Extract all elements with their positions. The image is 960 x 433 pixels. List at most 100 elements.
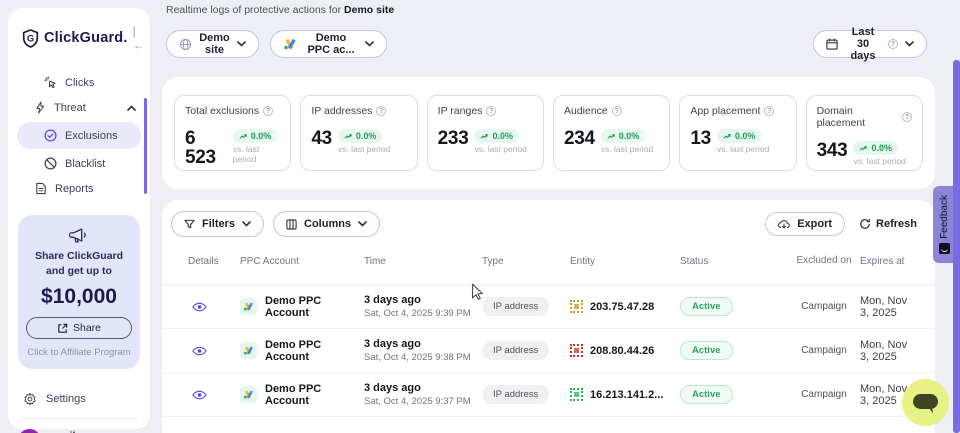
sidebar-nav: Clicks Threat Exclusions Blacklis <box>8 70 150 201</box>
stat-value: 6 523 <box>185 129 227 167</box>
column-header-details[interactable]: Details <box>180 256 240 267</box>
sidebar: G ClickGuard. |← Clicks Threat <box>8 8 150 429</box>
collapse-sidebar-icon[interactable]: |← <box>133 24 145 52</box>
info-icon[interactable]: ? <box>902 112 912 122</box>
sidebar-item-threat[interactable]: Threat <box>8 95 150 120</box>
columns-icon <box>286 219 297 230</box>
ban-icon <box>44 157 57 170</box>
type-badge: IP address <box>482 341 549 360</box>
exclusions-log-panel: Filters Columns Export <box>162 200 935 433</box>
time-relative: 3 days ago <box>364 382 482 394</box>
stat-change: 0.0% <box>871 143 892 153</box>
stat-value: 233 <box>438 129 469 148</box>
stat-change: 0.0% <box>251 131 272 141</box>
table-row: 3 days ago <box>162 417 935 433</box>
user-account[interactable]: NA gmail.com naatali.ro@gmail.com <box>8 419 150 433</box>
view-details-eye-icon[interactable] <box>192 390 207 400</box>
info-icon[interactable]: ? <box>486 106 496 116</box>
settings-label: Settings <box>46 393 86 405</box>
stat-change: 0.0% <box>619 131 640 141</box>
avatar: NA <box>18 429 41 433</box>
sidebar-item-reports[interactable]: Reports <box>8 176 150 201</box>
chat-widget-button[interactable] <box>902 379 949 426</box>
column-header-type[interactable]: Type <box>482 256 570 267</box>
globe-icon <box>179 38 192 51</box>
stat-card-domain-placement: Domain placement? 343 0.0% vs. last peri… <box>806 95 923 171</box>
feedback-tab[interactable]: Feedback <box>933 186 955 263</box>
status-badge: Active <box>680 297 733 316</box>
page-scrollbar[interactable] <box>953 60 960 433</box>
view-details-eye-icon[interactable] <box>192 346 207 356</box>
stat-card-ip-ranges: IP ranges? 233 0.0% vs. last period <box>427 95 544 171</box>
trend-up-icon <box>344 133 353 140</box>
sidebar-item-blacklist[interactable]: Blacklist <box>17 151 141 176</box>
columns-button[interactable]: Columns <box>273 211 380 237</box>
entity-value: 16.213.141.2... <box>590 389 663 401</box>
stat-card-audience: Audience? 234 0.0% vs. last period <box>553 95 670 171</box>
sidebar-item-exclusions[interactable]: Exclusions <box>17 122 141 149</box>
stat-change: 0.0% <box>735 131 756 141</box>
sidebar-item-settings[interactable]: Settings <box>8 392 150 406</box>
affiliate-promo-card[interactable]: Share ClickGuard and get up to $10,000 S… <box>18 215 140 369</box>
ppc-filter-value: Demo PPC ac... <box>304 32 358 56</box>
time-relative: 3 days ago <box>364 338 482 350</box>
megaphone-icon <box>26 227 132 244</box>
chevron-down-icon <box>237 41 246 47</box>
info-icon[interactable]: ? <box>612 106 622 116</box>
stat-label: Audience <box>564 105 608 117</box>
share-button[interactable]: Share <box>26 317 132 339</box>
page-subtitle: Realtime logs of protective actions for … <box>166 4 394 16</box>
entity-identicon <box>570 388 583 401</box>
affiliate-link[interactable]: Click to Affiliate Program <box>26 347 132 358</box>
ppc-account-filter-dropdown[interactable]: Demo PPC ac... <box>270 30 387 58</box>
column-header-ppc-account[interactable]: PPC Account <box>240 256 364 267</box>
stats-panel: Total exclusions? 6 523 0.0% vs. last pe… <box>162 77 935 189</box>
stat-sub: vs. last period <box>601 144 653 154</box>
chevron-down-icon <box>242 221 251 227</box>
clickguard-shield-logo-icon: G <box>22 29 39 48</box>
date-range-dropdown[interactable]: Last 30 days ? <box>813 30 927 58</box>
feedback-label: Feedback <box>939 195 950 239</box>
document-icon <box>35 182 47 195</box>
filters-button[interactable]: Filters <box>171 211 264 237</box>
filters-label: Filters <box>202 218 235 230</box>
export-label: Export <box>797 218 832 230</box>
stat-change: 0.0% <box>356 131 377 141</box>
stat-card-total-exclusions: Total exclusions? 6 523 0.0% vs. last pe… <box>174 95 291 171</box>
expires-at-value: Mon, Nov 3, 2025 <box>860 295 917 319</box>
stat-label: IP addresses <box>311 105 372 117</box>
subtitle-site-name: Demo site <box>344 4 394 16</box>
stat-label: Domain placement <box>817 105 898 129</box>
column-header-status[interactable]: Status <box>680 256 788 267</box>
excluded-on-value: Campaign <box>788 345 860 356</box>
info-icon[interactable]: ? <box>764 106 774 116</box>
stat-sub: vs. last period <box>717 144 769 154</box>
columns-label: Columns <box>304 218 351 230</box>
chevron-up-icon <box>127 105 136 111</box>
google-ads-icon <box>240 386 257 403</box>
ppc-account-name: Demo PPC Account <box>265 383 364 407</box>
info-icon: ? <box>888 39 898 49</box>
trend-up-icon <box>859 145 868 152</box>
stat-sub: vs. last period <box>853 156 905 166</box>
stat-label: App placement <box>690 105 760 117</box>
excluded-on-value: Campaign <box>788 301 860 312</box>
info-icon[interactable]: ? <box>263 106 273 116</box>
refresh-button[interactable]: Refresh <box>859 218 917 230</box>
table-toolbar: Filters Columns Export <box>162 200 935 237</box>
chevron-down-icon <box>358 221 367 227</box>
sidebar-scrollbar[interactable] <box>144 98 147 194</box>
site-filter-dropdown[interactable]: Demo site <box>166 30 259 58</box>
sidebar-item-clicks[interactable]: Clicks <box>8 70 150 95</box>
export-button[interactable]: Export <box>765 212 845 236</box>
column-header-excluded-on[interactable]: Excluded on <box>788 255 860 268</box>
time-relative: 3 days ago <box>364 294 482 306</box>
table-row: Demo PPC Account 3 days agoSat, Oct 4, 2… <box>162 373 935 417</box>
entity-identicon <box>570 300 583 313</box>
column-header-entity[interactable]: Entity <box>570 256 680 267</box>
view-details-eye-icon[interactable] <box>192 302 207 312</box>
info-icon[interactable]: ? <box>376 106 386 116</box>
sidebar-item-label: Clicks <box>65 77 94 89</box>
column-header-expires-at[interactable]: Expires at <box>860 256 917 267</box>
column-header-time[interactable]: Time <box>364 256 482 267</box>
